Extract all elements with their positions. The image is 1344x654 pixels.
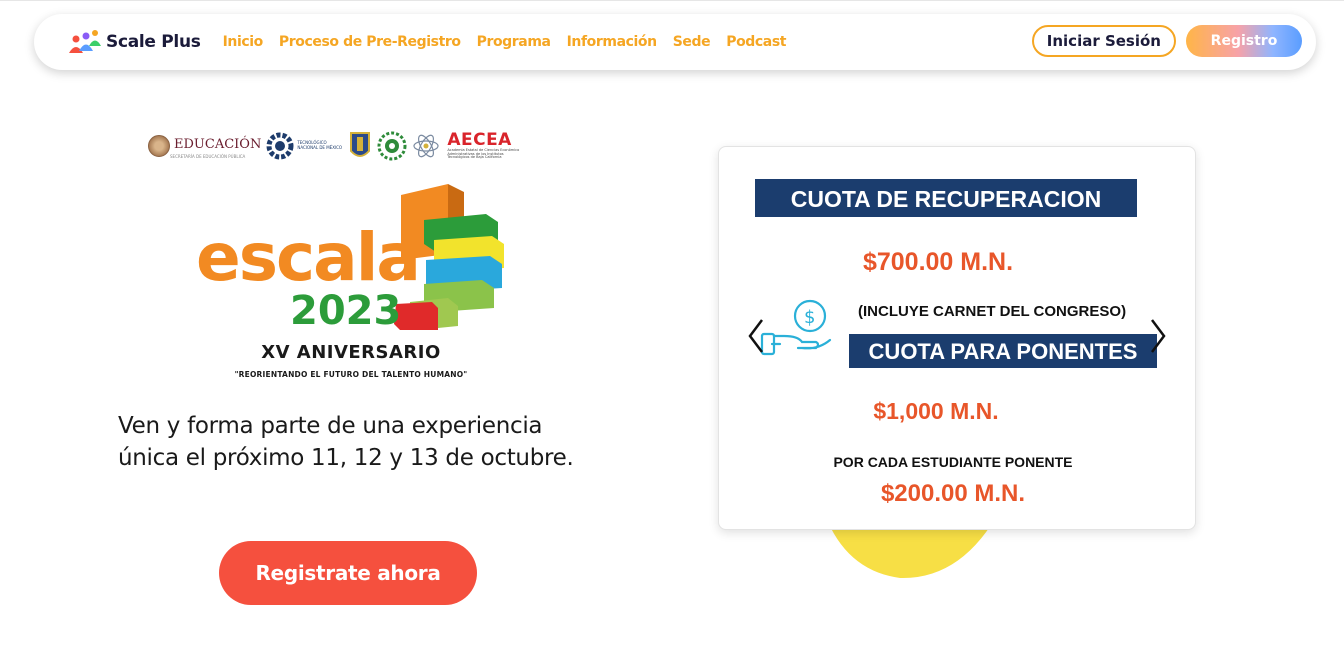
carousel-prev-button[interactable]	[744, 316, 768, 356]
dollar-hand-icon: $	[760, 299, 832, 356]
slide-heading-speakers-fee: CUOTA PARA PONENTES	[849, 334, 1157, 368]
shield-icon	[350, 132, 371, 157]
carousel-slide: CUOTA DE RECUPERACION $700.00 M.N. $ (IN…	[736, 164, 1180, 513]
brand[interactable]: Scale Plus	[66, 27, 201, 57]
tecnm-logo: TECNOLÓGICO NACIONAL DE MÉXICO	[265, 130, 343, 162]
nav-actions: Iniciar Sesión Registro	[1031, 25, 1302, 57]
slide-price-general: $700.00 M.N.	[862, 248, 1014, 276]
register-now-button[interactable]: Registrate ahora	[219, 541, 477, 605]
login-button[interactable]: Iniciar Sesión	[1031, 25, 1176, 57]
atom-icon	[413, 134, 439, 158]
slide-price-speakers: $1,000 M.N.	[873, 398, 999, 424]
slide-price-per-student: $200.00 M.N.	[880, 480, 1026, 507]
gear-icon	[266, 132, 294, 160]
sponsor-logos: EDUCACIÓN SECRETARÍA DE EDUCACIÓN PÚBLIC…	[148, 124, 546, 168]
navbar: Scale Plus Inicio Proceso de Pre-Registr…	[34, 14, 1316, 70]
hero-description: Ven y forma parte de una experiencia úni…	[118, 413, 574, 471]
slide-includes-note: (INCLUYE CARNET DEL CONGRESO)	[858, 303, 1127, 320]
chevron-right-icon	[1151, 319, 1166, 353]
nav-link-podcast[interactable]: Podcast	[726, 34, 786, 50]
nav-link-sede[interactable]: Sede	[673, 34, 711, 50]
escala-word: escala	[196, 219, 419, 296]
sep-logo-subtext: SECRETARÍA DE EDUCACIÓN PÚBLICA	[170, 154, 246, 159]
brand-name: Scale Plus	[106, 32, 201, 52]
fee-carousel: CUOTA DE RECUPERACION $700.00 M.N. $ (IN…	[718, 146, 1196, 530]
green-seal-icon	[377, 131, 407, 161]
sep-logo: EDUCACIÓN SECRETARÍA DE EDUCACIÓN PÚBLIC…	[148, 133, 261, 159]
nav-links: Inicio Proceso de Pre-Registro Programa …	[223, 34, 787, 50]
carousel-next-button[interactable]	[1146, 316, 1170, 356]
nav-link-programa[interactable]: Programa	[477, 34, 551, 50]
motto-text: "REORIENTANDO EL FUTURO DEL TALENTO HUMA…	[234, 370, 468, 379]
sep-logo-text: EDUCACIÓN	[174, 137, 262, 152]
slide-per-student-label: POR CADA ESTUDIANTE PONENTE	[833, 454, 1073, 470]
anniversary-text: XV ANIVERSARIO	[261, 342, 441, 363]
nav-link-pre-registro[interactable]: Proceso de Pre-Registro	[279, 34, 461, 50]
svg-text:$: $	[804, 307, 815, 328]
nav-link-inicio[interactable]: Inicio	[223, 34, 264, 50]
escala-year: 2023	[290, 288, 401, 334]
aecea-logo: AECEA Academia Estatal de Ciencias Econó…	[447, 129, 520, 161]
seal-icon	[148, 135, 170, 157]
slide-heading-recovery-fee: CUOTA DE RECUPERACION	[755, 179, 1137, 217]
aecea-logo-title: AECEA	[447, 129, 512, 150]
tecnm-logo-text: TECNOLÓGICO NACIONAL DE MÉXICO	[297, 140, 343, 150]
register-button[interactable]: Registro	[1186, 25, 1302, 57]
aecea-logo-subtext: Academia Estatal de Ciencias Económico A…	[447, 147, 520, 160]
nav-link-informacion[interactable]: Información	[567, 34, 658, 50]
people-logo-icon	[69, 30, 101, 53]
chevron-left-icon	[748, 319, 763, 353]
top-border	[0, 0, 1344, 4]
